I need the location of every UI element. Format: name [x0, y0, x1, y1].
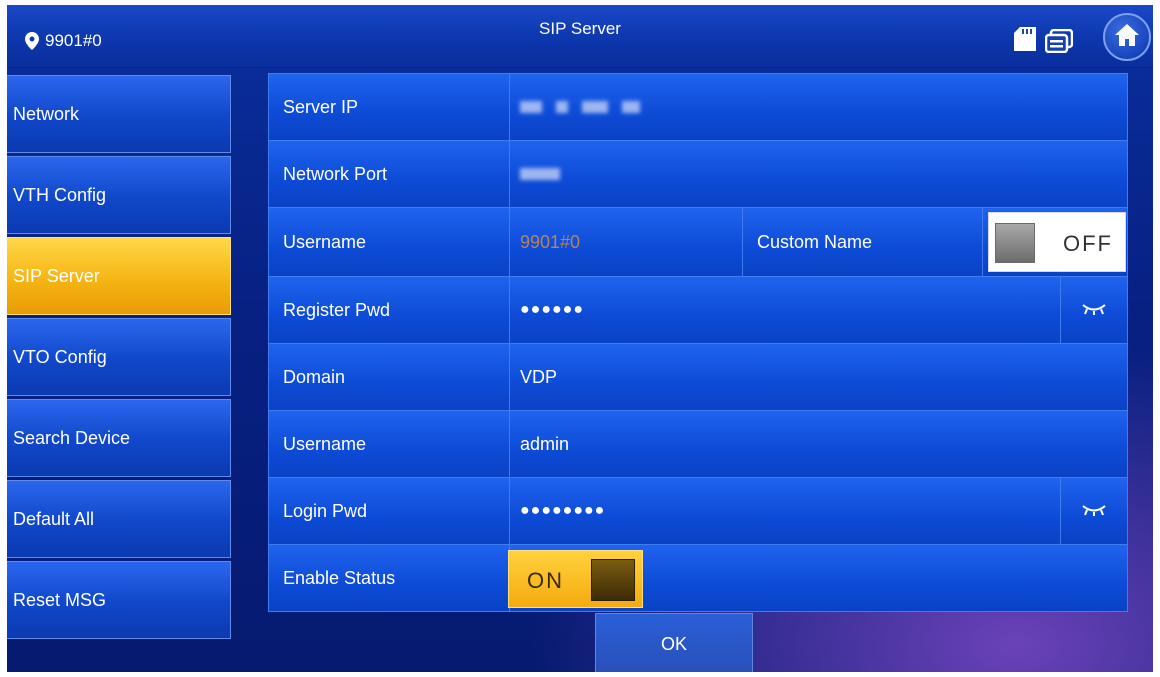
sidebar-item-label: VTH Config	[13, 184, 107, 205]
login-pwd-show-button[interactable]	[1060, 477, 1128, 545]
eye-closed-icon	[1081, 300, 1107, 321]
sd-card-icon	[1014, 27, 1036, 51]
toggle-knob	[995, 223, 1035, 263]
sidebar-item-label: VTO Config	[13, 346, 107, 367]
toggle-knob	[591, 559, 635, 601]
redacted-mark	[622, 101, 640, 113]
sidebar-item-reset-msg[interactable]: Reset MSG	[7, 561, 231, 639]
register-pwd-field[interactable]: ●●●●●●	[509, 276, 1061, 344]
sidebar-item-label: SIP Server	[13, 265, 100, 286]
sidebar-item-vto-config[interactable]: VTO Config	[7, 318, 231, 396]
message-icon[interactable]	[1044, 28, 1074, 54]
network-port-label: Network Port	[268, 140, 510, 208]
enable-status-toggle[interactable]: ON	[508, 550, 643, 608]
sidebar-item-label: Search Device	[13, 427, 131, 448]
ok-button[interactable]: OK	[595, 613, 753, 672]
register-pwd-show-button[interactable]	[1060, 276, 1128, 344]
server-ip-field[interactable]	[509, 73, 1128, 141]
login-username-field[interactable]: admin	[509, 410, 1128, 478]
home-icon	[1114, 23, 1140, 52]
sidebar-item-vth-config[interactable]: VTH Config	[7, 156, 231, 234]
sidebar-item-default-all[interactable]: Default All	[7, 480, 231, 558]
login-username-label: Username	[268, 410, 510, 478]
redacted-mark	[556, 101, 568, 113]
page-title: SIP Server	[539, 19, 621, 38]
sidebar-item-search-device[interactable]: Search Device	[7, 399, 231, 477]
enable-status-label: Enable Status	[268, 544, 510, 612]
login-pwd-label: Login Pwd	[268, 477, 510, 545]
sidebar-item-label: Network	[13, 103, 80, 124]
custom-name-label: Custom Name	[742, 207, 983, 277]
sidebar-item-sip-server[interactable]: SIP Server	[7, 237, 231, 315]
username-label: Username	[268, 207, 510, 277]
username-field[interactable]: 9901#0	[509, 207, 743, 277]
sip-server-screen: 9901#0 SIP Server Network VTH Config SIP…	[7, 5, 1153, 672]
server-ip-label: Server IP	[268, 73, 510, 141]
redacted-mark	[520, 101, 542, 113]
login-pwd-field[interactable]: ●●●●●●●●	[509, 477, 1061, 545]
redacted-mark	[520, 168, 560, 180]
toggle-state: OFF	[1063, 231, 1113, 256]
redacted-mark	[582, 101, 608, 113]
toggle-state: ON	[527, 568, 564, 593]
custom-name-toggle[interactable]: OFF	[988, 212, 1126, 272]
top-bar: 9901#0 SIP Server	[7, 5, 1153, 68]
sidebar-item-network[interactable]: Network	[7, 75, 231, 153]
home-button[interactable]	[1103, 13, 1151, 61]
register-pwd-label: Register Pwd	[268, 276, 510, 344]
sidebar-item-label: Default All	[13, 508, 95, 529]
sidebar-item-label: Reset MSG	[13, 589, 107, 610]
eye-closed-icon	[1081, 501, 1107, 522]
domain-label: Domain	[268, 343, 510, 411]
domain-field[interactable]: VDP	[509, 343, 1128, 411]
network-port-field[interactable]	[509, 140, 1128, 208]
